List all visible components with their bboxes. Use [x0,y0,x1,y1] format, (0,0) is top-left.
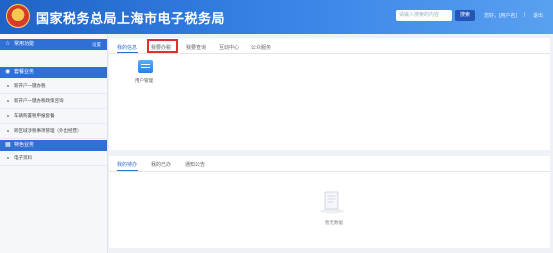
bullet-icon [7,115,9,117]
logout-link[interactable]: 退出 [533,12,543,19]
sidebar-item-label: 电子资料 [14,155,32,160]
bullet-icon [7,85,9,87]
grid-icon: ▦ [5,142,11,148]
empty-state-text: 暂无数据 [325,220,343,225]
sidebar-section-special[interactable]: ▦ 特色业务 [0,140,107,151]
search-button[interactable]: 搜索 [455,10,475,21]
user-greeting[interactable]: 您好，[用户名] [484,12,517,19]
sidebar-item-label: 新开户一键办税 [14,83,46,88]
sidebar-item-label: 跨区域涉税事项管理（外出经营） [14,128,82,133]
user-management-icon[interactable] [138,60,153,73]
sidebar-my-functions-label: 常用功能 [14,41,35,47]
sidebar-item-vehicle-tax[interactable]: 车辆购置税申报套餐 [0,109,107,124]
sidebar-item-new-account-consult[interactable]: 新开户一键办税政策咨询 [0,94,107,109]
sidebar-item-label: 新开户一键办税政策咨询 [14,98,64,103]
tab-notices[interactable]: 通知公告 [185,161,205,168]
main-top-panel [109,38,550,150]
tab-my-info[interactable]: 我的信息 [117,44,137,51]
tab-query[interactable]: 我要查询 [186,44,206,51]
sidebar-my-functions[interactable]: ☆ 常用功能 设置 [0,39,107,50]
sidebar: ☆ 常用功能 设置 ◉ 套餐业务 新开户一键办税 新开户一键办税政策咨询 车辆购… [0,34,108,253]
bullet-icon [7,157,9,159]
sidebar-item-electronic-docs[interactable]: 电子资料 [0,151,107,166]
tab-public-service[interactable]: 公众服务 [251,44,271,51]
bullet-icon [7,100,9,102]
user-management-label[interactable]: 用户管理 [135,78,153,84]
sidebar-item-new-account[interactable]: 新开户一键办税 [0,79,107,94]
tab-divider [109,53,550,54]
top-header: 国家税务总局上海市电子税务局 请输入搜索的内容 搜索 您好，[用户名] | 退出 [0,0,553,34]
bottom-tab-divider [109,171,550,172]
search-input[interactable]: 请输入搜索的内容 [396,10,452,21]
tax-bureau-emblem-icon [6,4,30,28]
tab-my-todo[interactable]: 我的待办 [117,161,137,168]
sidebar-settings-link[interactable]: 设置 [92,39,101,50]
sidebar-section-packages[interactable]: ◉ 套餐业务 [0,67,107,78]
sidebar-section-packages-label: 套餐业务 [14,69,35,75]
sidebar-item-label: 车辆购置税申报套餐 [14,113,55,118]
star-icon: ☆ [5,41,11,47]
sidebar-item-cross-region[interactable]: 跨区域涉税事项管理（外出经营） [0,124,107,139]
package-icon: ◉ [5,69,11,75]
bullet-icon [7,130,9,132]
tab-my-done[interactable]: 我的已办 [151,161,171,168]
highlight-box [147,39,178,53]
site-title: 国家税务总局上海市电子税务局 [36,11,226,26]
active-tab-indicator [117,52,138,53]
empty-document-icon [320,191,344,214]
sidebar-section-special-label: 特色业务 [14,142,35,148]
header-separator: | [524,12,526,18]
tab-interaction[interactable]: 互动中心 [219,44,239,51]
bottom-active-tab-indicator [117,170,138,171]
